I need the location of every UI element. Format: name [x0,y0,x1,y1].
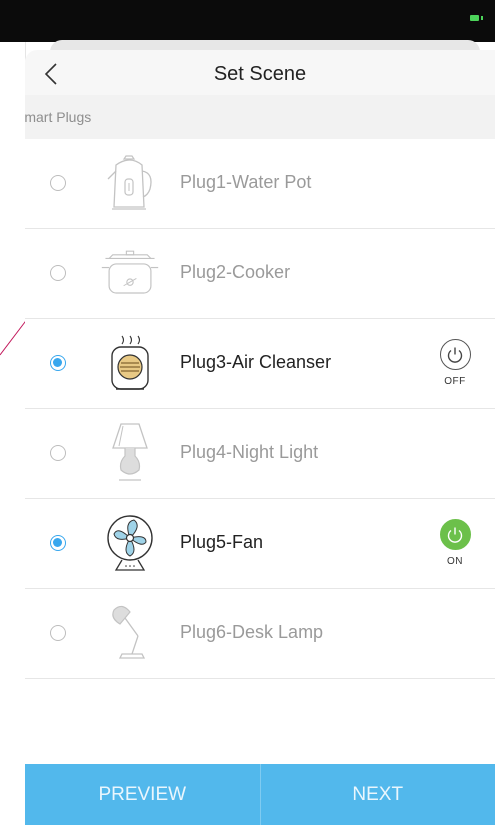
radio-button[interactable] [50,175,66,191]
desk-lamp-icon [100,601,160,665]
cooker-icon [100,241,160,305]
plug-name: Plug1-Water Pot [180,172,312,192]
power-icon [447,347,463,363]
power-toggle[interactable]: OFF [435,339,475,387]
set-scene-sheet: Set Scene Smart Plugs Plug1-Water Pot [25,50,495,825]
radio-button[interactable] [50,355,66,371]
radio-button[interactable] [50,625,66,641]
fan-icon [100,511,160,575]
plug-name: Plug2-Cooker [180,262,291,282]
section-label: Smart Plugs [25,109,92,125]
power-status-label: OFF [444,376,466,387]
plug-name: Plug3-Air Cleanser [180,352,332,372]
plug-name: Plug5-Fan [180,532,264,552]
power-button[interactable] [439,339,471,370]
battery-icon [470,15,483,21]
background-strip [0,42,26,825]
water-pot-icon [100,151,160,215]
next-button[interactable]: NEXT [261,764,495,825]
plug-row-4[interactable]: Plug4-Night Light [25,409,495,499]
plug-row-6[interactable]: Plug6-Desk Lamp [25,589,495,679]
air-cleanser-icon [100,331,160,395]
plug-name: Plug4-Night Light [180,442,319,462]
preview-button[interactable]: PREVIEW [25,764,260,825]
plug-row-3[interactable]: Plug3-Air Cleanser OFF [25,319,495,409]
radio-button[interactable] [50,535,66,551]
night-light-icon [100,421,160,485]
radio-button[interactable] [50,445,66,461]
navigation-bar: Set Scene [25,50,495,95]
plug-row-1[interactable]: Plug1-Water Pot [25,139,495,229]
section-header: Smart Plugs [25,95,495,139]
power-icon [447,527,463,543]
plug-name: Plug6-Desk Lamp [180,622,324,642]
footer-bar: PREVIEW NEXT [25,764,495,825]
plug-row-2[interactable]: Plug2-Cooker [25,229,495,319]
plug-list: Plug1-Water Pot Plug2-Cooker Plug3-Air C… [25,139,495,679]
plug-row-5[interactable]: Plug5-Fan ON [25,499,495,589]
power-status-label: ON [447,556,463,567]
power-toggle[interactable]: ON [435,519,475,567]
status-bar [0,0,495,42]
page-title: Set Scene [213,63,307,85]
power-button[interactable] [439,519,471,550]
radio-button[interactable] [50,265,66,281]
